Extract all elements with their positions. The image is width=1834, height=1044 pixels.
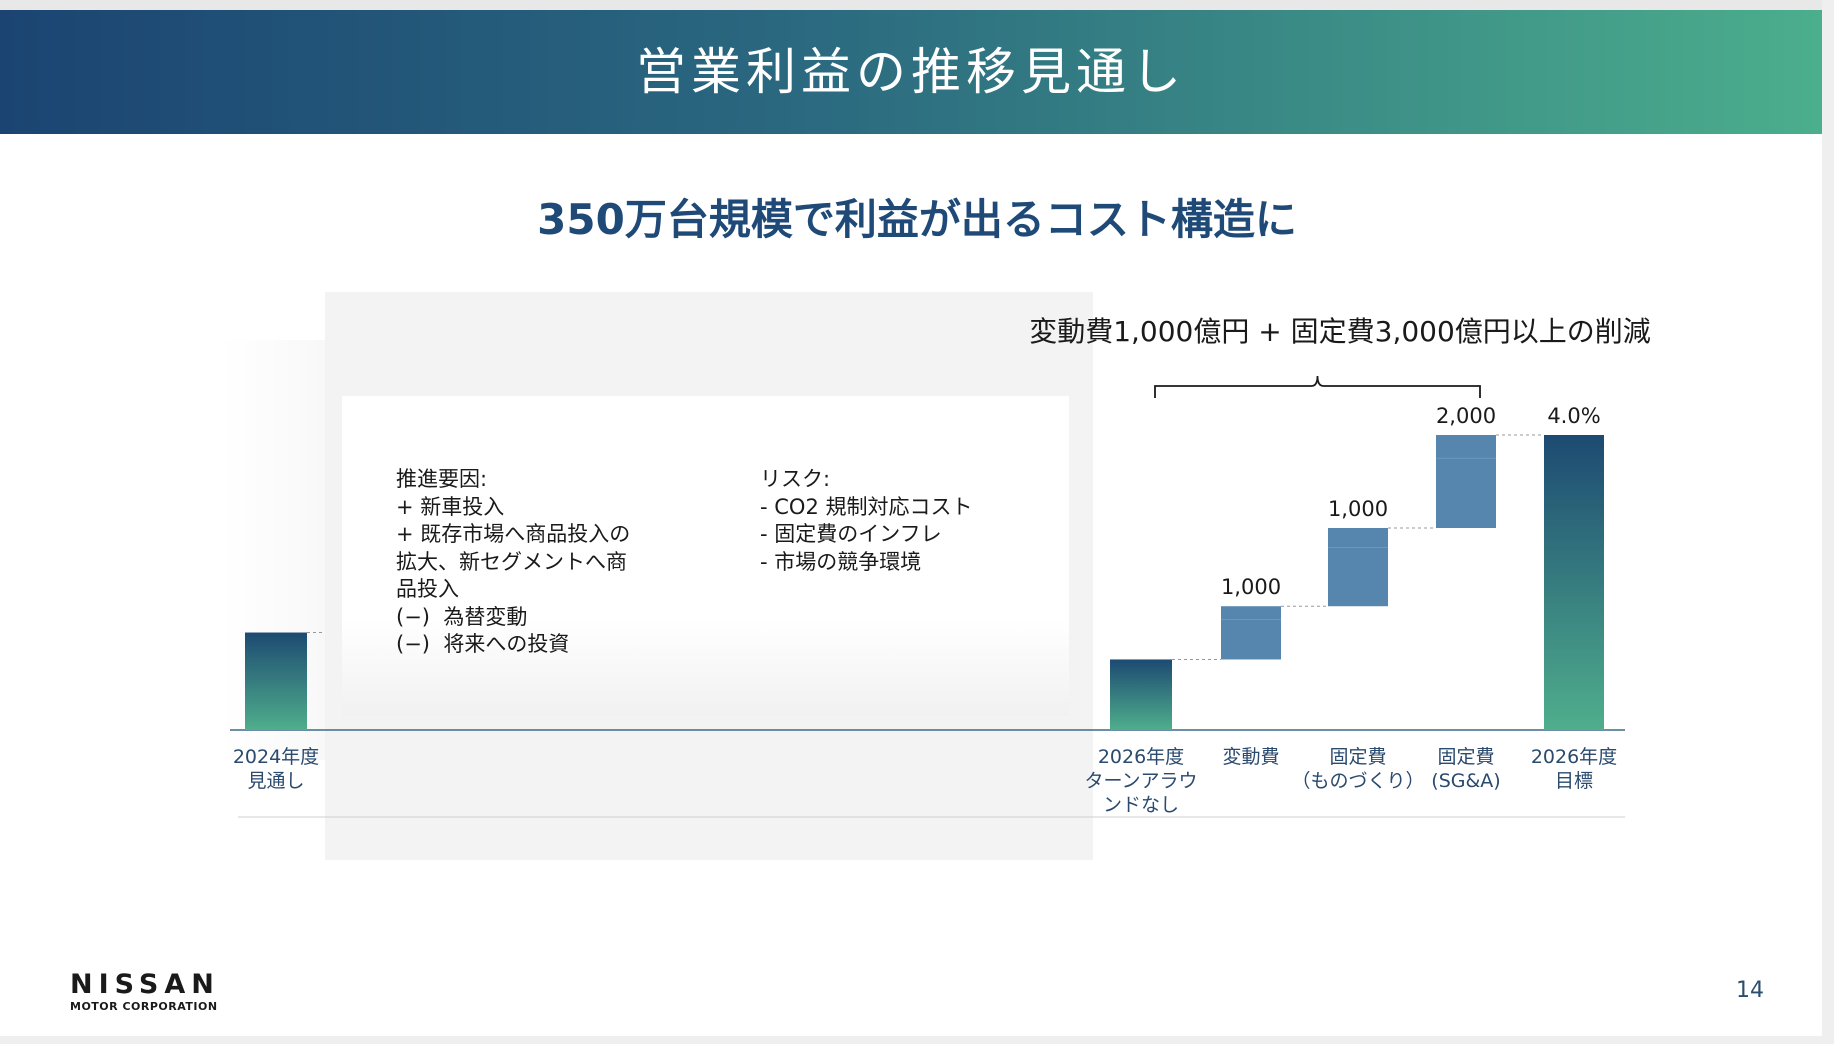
x-tick-label: 2024年度 xyxy=(233,746,319,768)
logo-wordmark: NISSAN xyxy=(70,969,220,1000)
risk-line: - 固定費のインフレ xyxy=(760,522,942,546)
nissan-logo: NISSAN MOTOR CORPORATION xyxy=(70,970,230,1014)
risk-line: リスク: xyxy=(760,467,831,491)
x-tick-label: 見通し xyxy=(247,770,304,792)
risks-list: リスク: - CO2 規制対応コスト - 固定費のインフレ - 市場の競争環境 xyxy=(760,466,1060,576)
bottom-strip xyxy=(0,1036,1834,1044)
data-label: 2,000 xyxy=(1436,404,1496,428)
logo-subtext: MOTOR CORPORATION xyxy=(70,1000,218,1013)
x-tick-label: （ものづくり） xyxy=(1291,770,1424,792)
bar xyxy=(1436,435,1496,528)
driver-line: 拡大、新セグメントへ商 xyxy=(396,549,627,574)
page-number: 14 xyxy=(1736,978,1764,1003)
x-tick-label: (SG&A) xyxy=(1431,770,1500,792)
data-label: 1,000 xyxy=(1328,497,1388,521)
bar xyxy=(1221,606,1281,660)
bar xyxy=(1544,435,1604,730)
x-tick-label: 2026年度 xyxy=(1531,746,1617,768)
risk-line: - CO2 規制対応コスト xyxy=(760,494,973,519)
x-tick-label: ンドなし xyxy=(1103,794,1179,816)
drivers-list: 推進要因: + 新車投入 + 既存市場へ商品投入の 拡大、新セグメントへ商 品投入 (−)… xyxy=(396,466,666,659)
x-tick-label: 目標 xyxy=(1555,770,1593,792)
bar xyxy=(1110,659,1172,730)
reduction-label: 変動費1,000億円 + 固定費3,000億円以上の削減 xyxy=(1029,315,1651,348)
bar xyxy=(1328,527,1388,607)
data-label: 1,000 xyxy=(1221,575,1281,599)
x-tick-label: 2026年度 xyxy=(1098,746,1184,768)
brace-icon xyxy=(1154,375,1481,398)
x-tick-label: ターンアラウ xyxy=(1084,770,1197,792)
x-tick-label: 固定費 xyxy=(1437,746,1494,768)
right-strip xyxy=(1822,0,1834,1044)
driver-line: 推進要因: xyxy=(396,467,488,491)
driver-line: 品投入 xyxy=(396,577,459,601)
bar xyxy=(245,632,307,730)
x-tick-label: 変動費 xyxy=(1222,746,1279,768)
driver-line: (−) 将来への投資 xyxy=(396,632,570,656)
driver-line: + 新車投入 xyxy=(396,494,505,519)
driver-line: (−) 為替変動 xyxy=(396,604,528,629)
risk-line: - 市場の競争環境 xyxy=(760,549,922,574)
driver-line: + 既存市場へ商品投入の xyxy=(396,522,631,546)
data-label: 4.0% xyxy=(1547,404,1600,428)
x-tick-label: 固定費 xyxy=(1329,746,1386,768)
